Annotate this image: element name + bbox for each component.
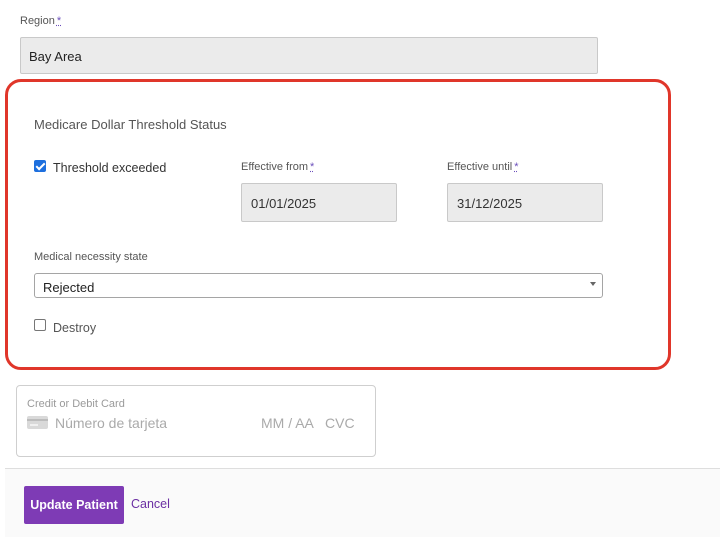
required-marker: * [514,161,519,173]
cancel-link[interactable]: Cancel [131,497,170,511]
effective-until-label-text: Effective until [447,161,513,173]
effective-from-input[interactable]: 01/01/2025 [241,183,397,222]
medical-necessity-select[interactable]: Rejected [34,273,603,298]
card-element[interactable]: Credit or Debit Card Número de tarjeta M… [16,385,376,457]
region-label-text: Region [20,15,55,27]
destroy-checkbox[interactable] [34,319,46,331]
destroy-label: Destroy [53,321,97,335]
card-cvc-input[interactable]: CVC [325,415,355,431]
effective-from-label: Effective from * [241,161,314,173]
patient-form: Region * Bay Area Medicare Dollar Thresho… [0,0,720,537]
credit-card-icon [27,416,48,429]
effective-until-input[interactable]: 31/12/2025 [447,183,603,222]
medical-necessity-value: Rejected [43,280,95,295]
effective-from-label-text: Effective from [241,161,309,173]
threshold-exceeded-checkbox[interactable] [34,160,46,172]
region-field[interactable]: Bay Area [20,37,598,74]
region-label: Region * [20,15,61,27]
threshold-exceeded-label: Threshold exceeded [53,161,167,175]
required-marker: * [56,15,62,27]
effective-until-label: Effective until * [447,161,519,173]
card-number-input[interactable]: Número de tarjeta [55,415,167,431]
chevron-down-icon [590,282,596,286]
update-patient-button[interactable]: Update Patient [24,486,124,524]
section-title: Medicare Dollar Threshold Status [34,117,227,132]
card-label: Credit or Debit Card [27,398,125,410]
card-expiry-input[interactable]: MM / AA [261,415,314,431]
required-marker: * [310,161,315,173]
medical-necessity-label: Medical necessity state [34,251,148,263]
